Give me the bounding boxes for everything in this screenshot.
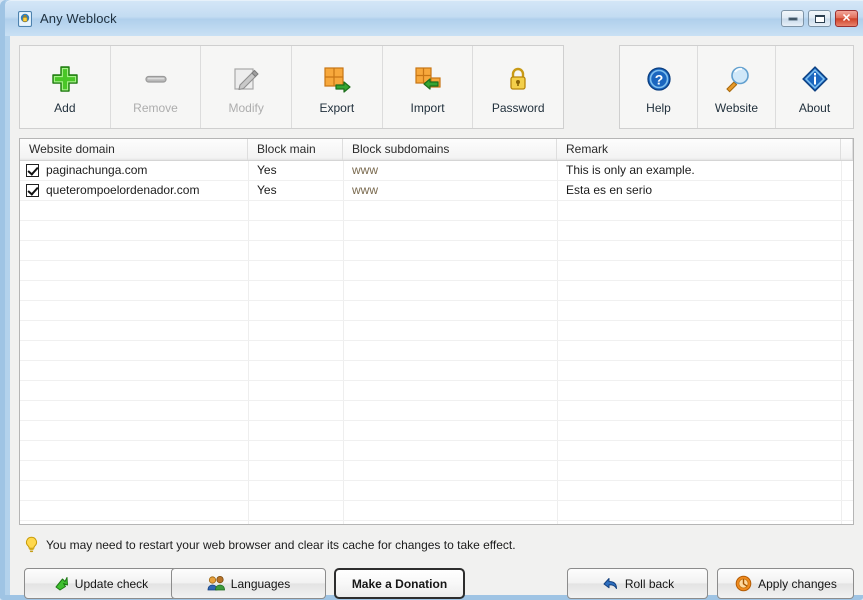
- app-lock-icon: [16, 10, 34, 28]
- column-header-website-domain[interactable]: Website domain: [20, 139, 248, 160]
- help-button-label: Help: [646, 101, 671, 115]
- languages-button-label: Languages: [231, 577, 290, 591]
- table-row[interactable]: [20, 301, 853, 321]
- window-title: Any Weblock: [40, 11, 117, 26]
- export-button-label: Export: [320, 101, 355, 115]
- table-row[interactable]: [20, 481, 853, 501]
- minimize-button[interactable]: [781, 10, 804, 27]
- about-button[interactable]: About: [776, 46, 853, 128]
- cell-block-subdomains: www: [343, 181, 557, 200]
- table-header-row[interactable]: Website domainBlock mainBlock subdomains…: [20, 139, 853, 161]
- modify-button-label: Modify: [229, 101, 264, 115]
- apply-changes-button[interactable]: Apply changes: [717, 568, 854, 599]
- table-row[interactable]: [20, 381, 853, 401]
- people-icon: [207, 575, 226, 592]
- minus-icon: [140, 59, 172, 99]
- table-body[interactable]: paginachunga.comYeswwwThis is only an ex…: [20, 161, 853, 524]
- table-row[interactable]: queterompoelordenador.comYeswwwEsta es e…: [20, 181, 853, 201]
- cell-block-main: Yes: [248, 181, 343, 200]
- add-button-label: Add: [54, 101, 75, 115]
- plus-icon: [49, 59, 81, 99]
- make-donation-button[interactable]: Make a Donation: [334, 568, 465, 599]
- status-hint-text: You may need to restart your web browser…: [46, 538, 516, 552]
- update-check-button-label: Update check: [75, 577, 148, 591]
- password-button[interactable]: Password: [473, 46, 563, 128]
- modify-button[interactable]: Modify: [201, 46, 292, 128]
- close-icon: ✕: [842, 13, 851, 24]
- cell-website-domain: queterompoelordenador.com: [20, 181, 248, 200]
- cell-remark: This is only an example.: [557, 161, 841, 180]
- table-row[interactable]: [20, 261, 853, 281]
- question-circle-icon: ?: [643, 59, 675, 99]
- column-header-block-subdomains[interactable]: Block subdomains: [343, 139, 557, 160]
- cell-remark: Esta es en serio: [557, 181, 841, 200]
- maximize-button[interactable]: [808, 10, 831, 27]
- toolbar-group-actions: Add Remove: [19, 45, 564, 129]
- table-row[interactable]: [20, 461, 853, 481]
- close-button[interactable]: ✕: [835, 10, 858, 27]
- title-bar[interactable]: Any Weblock ✕: [5, 0, 863, 36]
- table-row[interactable]: [20, 281, 853, 301]
- column-header-blank[interactable]: [841, 139, 853, 160]
- table-row[interactable]: [20, 441, 853, 461]
- status-hint: You may need to restart your web browser…: [24, 535, 516, 555]
- toolbar-group-info: ? Help Website: [619, 45, 854, 129]
- table-row[interactable]: paginachunga.comYeswwwThis is only an ex…: [20, 161, 853, 181]
- blue-undo-icon: [601, 575, 620, 592]
- application-window: Any Weblock ✕: [0, 0, 863, 600]
- toolbar: Add Remove: [19, 45, 854, 129]
- website-button[interactable]: Website: [698, 46, 776, 128]
- column-header-remark[interactable]: Remark: [557, 139, 841, 160]
- maximize-icon: [815, 15, 825, 23]
- blocklist-table[interactable]: Website domainBlock mainBlock subdomains…: [19, 138, 854, 525]
- remove-button[interactable]: Remove: [111, 46, 202, 128]
- table-row[interactable]: [20, 341, 853, 361]
- import-button[interactable]: Import: [383, 46, 474, 128]
- cell-block-main: Yes: [248, 161, 343, 180]
- pencil-edit-icon: [230, 59, 262, 99]
- table-row[interactable]: [20, 521, 853, 524]
- table-row[interactable]: [20, 501, 853, 521]
- website-button-label: Website: [715, 101, 758, 115]
- window-controls: ✕: [781, 10, 858, 27]
- import-arrow-icon: [412, 59, 444, 99]
- roll-back-button[interactable]: Roll back: [567, 568, 708, 599]
- orange-apply-icon: [734, 575, 753, 592]
- cell-website-domain: paginachunga.com: [20, 161, 248, 180]
- table-row[interactable]: [20, 241, 853, 261]
- svg-text:?: ?: [654, 72, 663, 88]
- roll-back-button-label: Roll back: [625, 577, 674, 591]
- languages-button[interactable]: Languages: [171, 568, 326, 599]
- client-area: Add Remove: [10, 36, 863, 595]
- export-button[interactable]: Export: [292, 46, 383, 128]
- column-header-block-main[interactable]: Block main: [248, 139, 343, 160]
- padlock-icon: [502, 59, 534, 99]
- table-row[interactable]: [20, 221, 853, 241]
- table-row[interactable]: [20, 361, 853, 381]
- table-row[interactable]: [20, 321, 853, 341]
- lightbulb-icon: [24, 536, 39, 554]
- window-frame: Any Weblock ✕: [5, 0, 858, 595]
- table-row[interactable]: [20, 421, 853, 441]
- minimize-icon: [788, 17, 797, 20]
- table-row[interactable]: [20, 401, 853, 421]
- update-check-button[interactable]: Update check: [24, 568, 177, 599]
- about-button-label: About: [799, 101, 830, 115]
- import-button-label: Import: [411, 101, 445, 115]
- add-button[interactable]: Add: [20, 46, 111, 128]
- remove-button-label: Remove: [133, 101, 178, 115]
- password-button-label: Password: [492, 101, 545, 115]
- magnifier-icon: [721, 59, 753, 99]
- green-arrow-icon: [53, 575, 70, 592]
- apply-changes-button-label: Apply changes: [758, 577, 837, 591]
- export-arrow-icon: [321, 59, 353, 99]
- make-donation-button-label: Make a Donation: [352, 577, 447, 591]
- help-button[interactable]: ? Help: [620, 46, 698, 128]
- table-row[interactable]: [20, 201, 853, 221]
- info-diamond-icon: [799, 59, 831, 99]
- cell-block-subdomains: www: [343, 161, 557, 180]
